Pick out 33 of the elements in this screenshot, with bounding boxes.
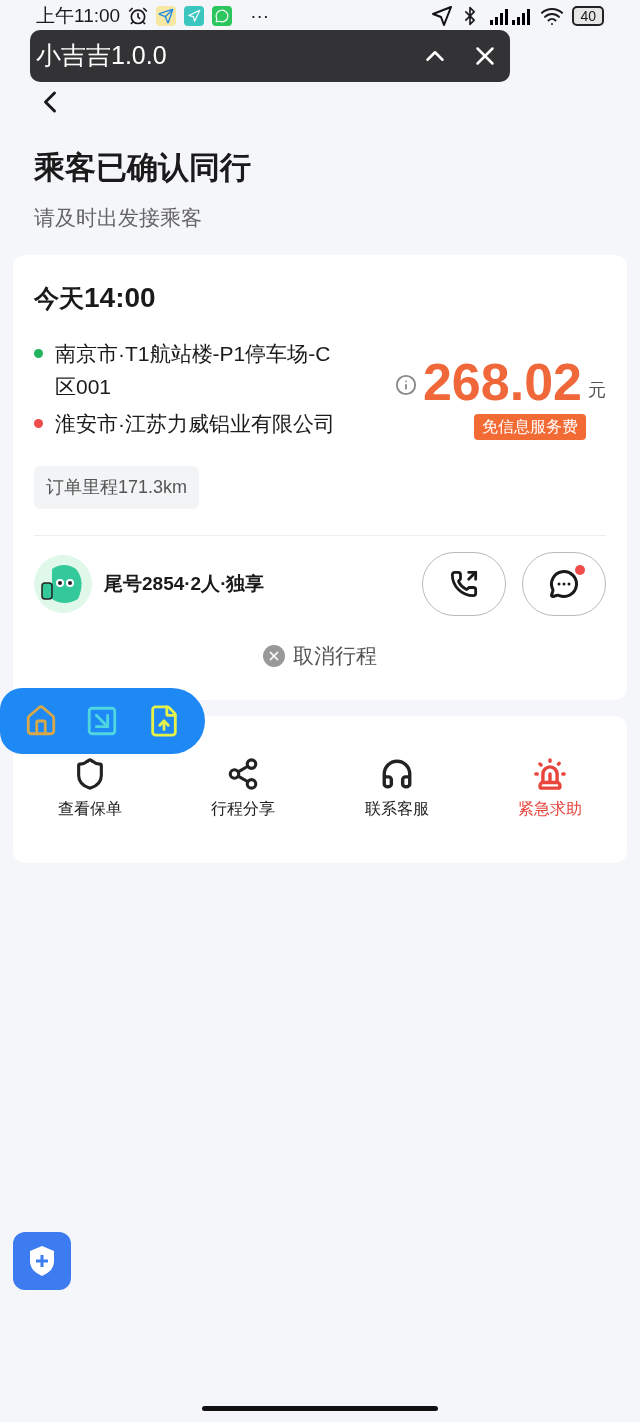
alarm-icon [128,6,149,26]
distance-tag: 订单里程171.3km [34,466,200,509]
siren-icon [533,757,568,791]
trip-time: 今天14:00 [34,281,157,315]
price-unit: 元 [588,379,606,402]
fee-waived-tag: 免信息服务费 [474,414,586,440]
page-title: 乘客已确认同行 [34,149,252,187]
stop-address: 南京市·T1航站楼-P1停车场-C区001 [55,341,332,400]
navigation-app-icon [184,6,205,26]
status-time: 上午11:00 [36,6,121,26]
cancel-trip-button[interactable]: 取消行程 [263,640,377,672]
info-icon[interactable] [394,374,417,396]
action-button[interactable]: 紧急求助 [473,757,627,821]
action-button[interactable]: 查看保单 [13,757,167,821]
action-button[interactable]: 联系客服 [320,757,474,821]
phone-icon [450,570,478,598]
overlay-title: 小吉吉1.0.0 [36,40,167,72]
price-amount: 268.02 [422,354,582,410]
chat-icon [549,569,579,599]
more-notifications: ··· [250,6,270,26]
chat-app-icon [212,6,233,26]
cancel-icon [263,644,285,667]
signal-icon [488,6,533,26]
map-app-icon [156,6,177,26]
page-subtitle: 请及时出发接乘客 [34,204,203,231]
action-button[interactable]: 行程分享 [166,757,320,821]
passenger-info: 尾号2854·2人·独享 [104,571,265,596]
location-icon [432,6,453,26]
stop-address: 淮安市·江苏力威铝业有限公司 [55,411,336,437]
battery-indicator: 40 [572,6,604,26]
shield-plus-icon [27,1244,57,1278]
safety-shield-button[interactable] [13,1232,71,1290]
avatar-mascot-icon [34,555,92,613]
